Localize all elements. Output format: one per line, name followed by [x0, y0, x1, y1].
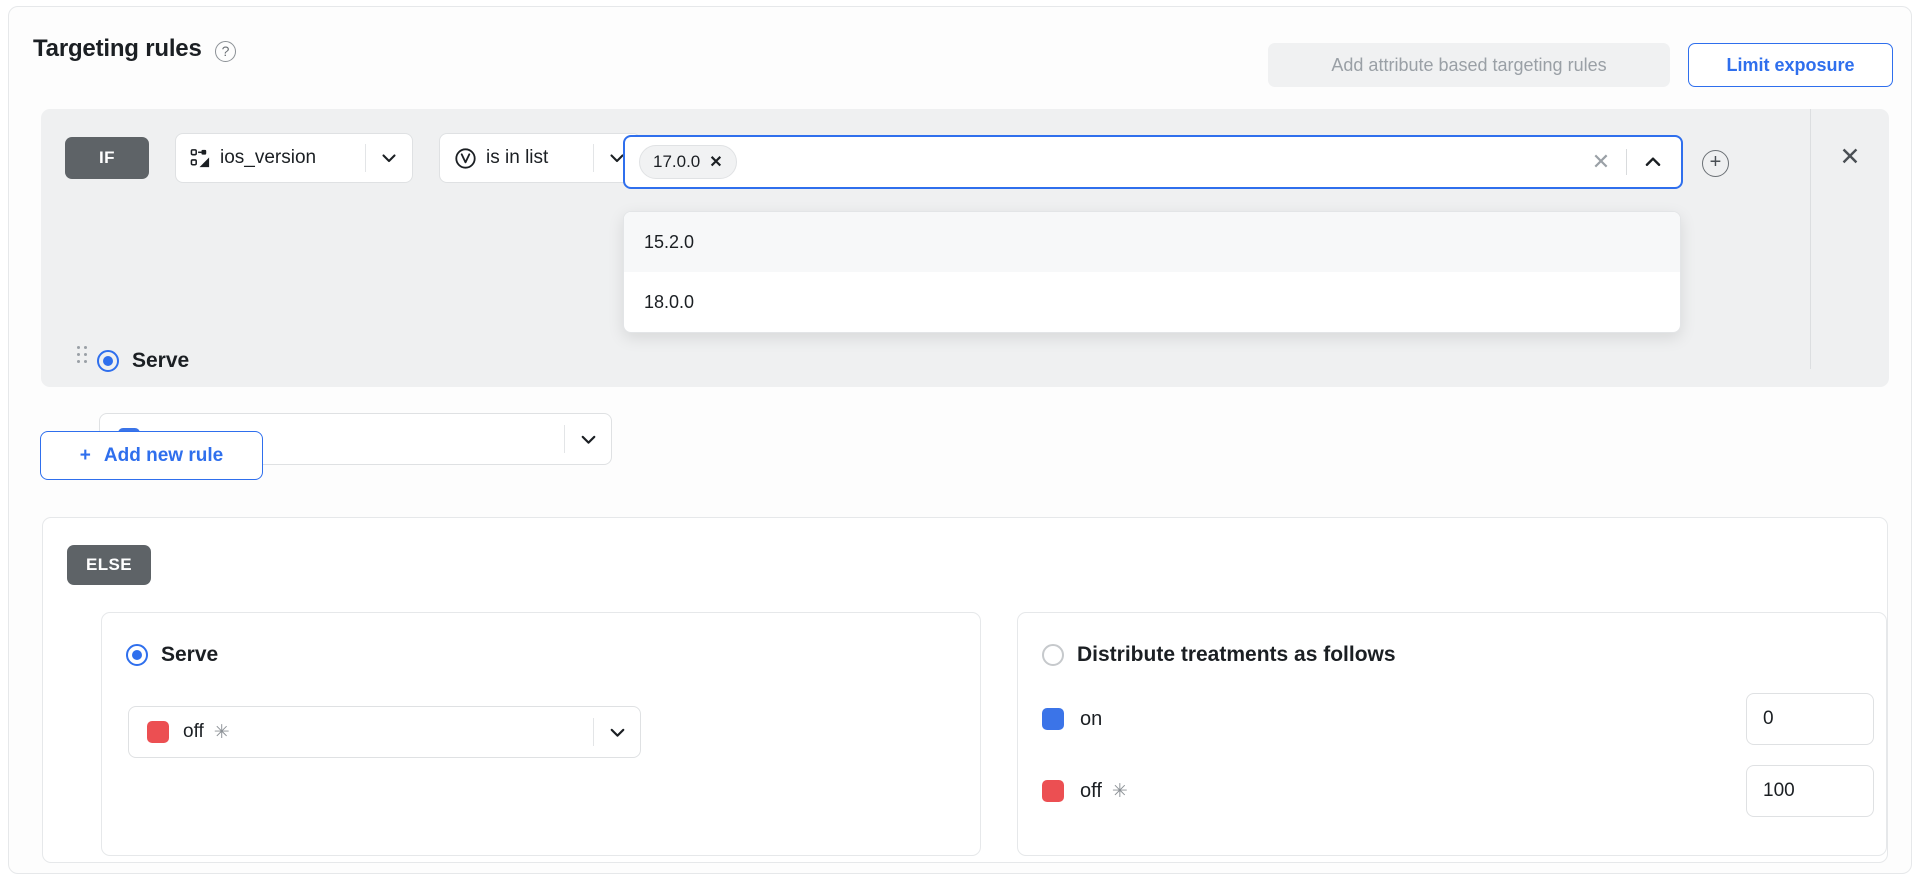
- else-serve-radio-row[interactable]: Serve: [126, 643, 218, 667]
- default-treatment-asterisk-icon: ✳: [214, 721, 230, 744]
- serve-radio[interactable]: [97, 350, 119, 372]
- else-serve-radio[interactable]: [126, 644, 148, 666]
- values-tag-input[interactable]: 17.0.0 ✕ ✕: [623, 135, 1683, 189]
- operator-select[interactable]: is in list: [439, 133, 641, 183]
- values-dropdown-menu: 15.2.0 18.0.0: [623, 211, 1681, 333]
- chevron-down-icon[interactable]: [366, 148, 412, 168]
- treatment-name: off: [183, 721, 204, 743]
- input-divider: [1626, 149, 1627, 175]
- else-badge: ELSE: [67, 545, 151, 585]
- treatment-color-swatch: [1042, 708, 1064, 730]
- add-attribute-based-targeting-rules-button[interactable]: Add attribute based targeting rules: [1268, 43, 1670, 87]
- serve-label: Serve: [132, 349, 189, 373]
- else-block: ELSE Serve off ✳: [42, 517, 1888, 863]
- remove-tag-icon[interactable]: ✕: [709, 152, 722, 172]
- treatment-color-swatch: [1042, 780, 1064, 802]
- question-circle-icon[interactable]: ?: [215, 41, 236, 62]
- chevron-up-icon[interactable]: [1633, 143, 1673, 181]
- circled-v-icon: [454, 147, 477, 170]
- dropdown-option[interactable]: 18.0.0: [624, 272, 1680, 332]
- treatment-color-swatch: [147, 721, 169, 743]
- add-new-rule-label: Add new rule: [104, 445, 223, 467]
- value-tag-label: 17.0.0: [653, 152, 700, 172]
- else-distribute-radio[interactable]: [1042, 644, 1064, 666]
- else-serve-label: Serve: [161, 643, 218, 667]
- delete-rule-button[interactable]: ✕: [1833, 141, 1867, 175]
- attribute-select[interactable]: ios_version: [175, 133, 413, 183]
- chevron-down-icon[interactable]: [594, 722, 640, 743]
- drag-handle-icon[interactable]: [77, 346, 89, 368]
- limit-exposure-button[interactable]: Limit exposure: [1688, 43, 1893, 87]
- targeting-rules-card: Targeting rules ? Add attribute based ta…: [8, 6, 1912, 874]
- serve-radio-row[interactable]: Serve: [97, 349, 189, 373]
- distribution-row: on: [1042, 693, 1874, 745]
- distribution-row: off ✳: [1042, 765, 1874, 817]
- treatment-name: on: [1080, 708, 1102, 731]
- page-title: Targeting rules: [33, 35, 202, 63]
- default-treatment-asterisk-icon: ✳: [1112, 780, 1128, 803]
- else-distribute-panel: Distribute treatments as follows on off …: [1017, 612, 1887, 856]
- add-new-rule-button[interactable]: + Add new rule: [40, 431, 263, 480]
- plus-icon: +: [80, 445, 91, 467]
- value-tag: 17.0.0 ✕: [639, 145, 737, 179]
- else-distribute-radio-row[interactable]: Distribute treatments as follows: [1042, 643, 1396, 667]
- targeting-rules-page: Targeting rules ? Add attribute based ta…: [0, 0, 1920, 890]
- else-distribute-label: Distribute treatments as follows: [1077, 643, 1396, 667]
- else-serve-panel: Serve off ✳: [101, 612, 981, 856]
- attribute-node-icon: [190, 148, 211, 169]
- chevron-down-icon[interactable]: [565, 429, 611, 450]
- dropdown-option[interactable]: 15.2.0: [624, 212, 1680, 272]
- card-header: Targeting rules ? Add attribute based ta…: [9, 7, 1911, 99]
- condition-row: IF ios_version: [65, 133, 641, 183]
- distribution-percent-input[interactable]: [1746, 693, 1874, 745]
- distribution-percent-input[interactable]: [1746, 765, 1874, 817]
- attribute-value: ios_version: [220, 147, 365, 169]
- clear-x-icon[interactable]: ✕: [1582, 143, 1620, 181]
- treatment-name: off: [1080, 780, 1102, 803]
- else-treatment-select[interactable]: off ✳: [128, 706, 641, 758]
- plus-circle-icon[interactable]: +: [1702, 150, 1729, 177]
- rule-card-divider: [1810, 109, 1811, 369]
- if-badge: IF: [65, 137, 149, 179]
- operator-value: is in list: [486, 147, 593, 169]
